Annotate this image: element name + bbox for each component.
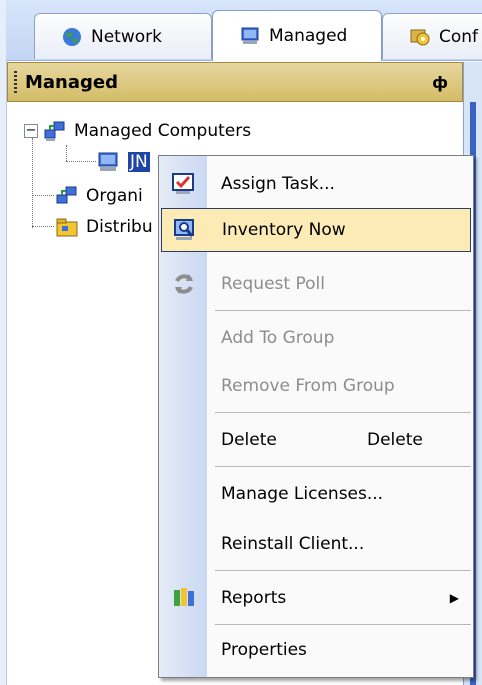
tab-managed[interactable]: Managed xyxy=(212,10,382,61)
refresh-icon xyxy=(175,274,193,294)
tree-line xyxy=(32,195,54,196)
menu-label-add-to-group: Add To Group xyxy=(221,328,335,348)
tree-line xyxy=(32,226,54,227)
tree-item-distribution[interactable]: Distribu xyxy=(54,212,153,242)
tab-conf[interactable]: Conf xyxy=(382,13,482,59)
tree-line xyxy=(66,161,96,162)
menu-shortcut-delete: Delete xyxy=(367,430,423,450)
distribution-folder-icon xyxy=(56,218,78,237)
inventory-icon xyxy=(174,219,194,240)
computer-icon xyxy=(98,152,118,171)
menu-item-reports[interactable]: Reports ▶ xyxy=(159,576,473,620)
grip-icon xyxy=(14,71,17,93)
collapse-icon[interactable]: − xyxy=(24,124,38,138)
menu-separator xyxy=(215,570,471,571)
tab-network-label: Network xyxy=(91,26,162,47)
menu-label-inventory-now: Inventory Now xyxy=(222,220,346,240)
submenu-arrow-icon: ▶ xyxy=(449,591,459,605)
tab-network[interactable]: Network xyxy=(34,13,212,59)
assign-task-icon xyxy=(172,173,194,194)
menu-label-request-poll: Request Poll xyxy=(221,274,325,294)
menu-label-properties: Properties xyxy=(221,640,307,660)
menu-label-reinstall-client: Reinstall Client... xyxy=(221,534,365,554)
menu-item-inventory-now[interactable]: Inventory Now xyxy=(161,208,471,252)
monitor-icon xyxy=(241,27,259,44)
menu-item-remove-from-group[interactable]: Remove From Group xyxy=(159,364,473,408)
panel-title: Managed xyxy=(25,71,118,93)
tree-item-organizations[interactable]: Organi xyxy=(54,181,143,211)
tree-label-jn: JN xyxy=(128,152,150,172)
menu-separator xyxy=(215,310,471,311)
tab-strip: Network Managed Conf xyxy=(6,0,482,61)
menu-item-reinstall-client[interactable]: Reinstall Client... xyxy=(159,522,473,566)
menu-item-request-poll[interactable]: Request Poll xyxy=(159,262,473,306)
menu-label-remove-from-group: Remove From Group xyxy=(221,376,395,396)
pin-icon[interactable]: ф xyxy=(432,73,448,92)
tree-label-distribution: Distribu xyxy=(86,217,153,237)
panel-header: Managed ф xyxy=(7,62,463,102)
tree-item-jn[interactable]: JN xyxy=(96,147,150,177)
menu-label-reports: Reports xyxy=(221,588,287,608)
context-menu: Assign Task... Inventory Now Request Pol… xyxy=(158,155,474,678)
menu-item-delete[interactable]: Delete Delete xyxy=(159,418,473,462)
menu-separator xyxy=(215,624,471,625)
tree-line xyxy=(32,138,33,228)
tree-label-organizations: Organi xyxy=(86,186,143,206)
computer-group-icon xyxy=(44,121,65,141)
menu-item-properties[interactable]: Properties xyxy=(159,628,473,672)
menu-separator xyxy=(215,466,471,467)
tree-line xyxy=(66,145,67,161)
tree-label-managed-computers: Managed Computers xyxy=(74,121,252,141)
menu-label-delete: Delete xyxy=(221,430,277,450)
tab-conf-label: Conf xyxy=(439,26,479,47)
menu-item-add-to-group[interactable]: Add To Group xyxy=(159,316,473,360)
menu-label-manage-licenses: Manage Licenses... xyxy=(221,484,384,504)
tab-managed-label: Managed xyxy=(269,26,348,46)
menu-item-assign-task[interactable]: Assign Task... xyxy=(159,162,473,206)
config-icon xyxy=(410,29,430,45)
menu-label-assign-task: Assign Task... xyxy=(221,174,335,194)
globe-icon xyxy=(63,27,81,46)
organization-icon xyxy=(56,186,77,204)
tree-item-managed-computers[interactable]: − Managed Computers xyxy=(24,116,251,146)
menu-separator xyxy=(215,412,471,413)
reports-icon xyxy=(174,588,194,606)
menu-item-manage-licenses[interactable]: Manage Licenses... xyxy=(159,472,473,516)
window-left-border xyxy=(0,0,7,685)
